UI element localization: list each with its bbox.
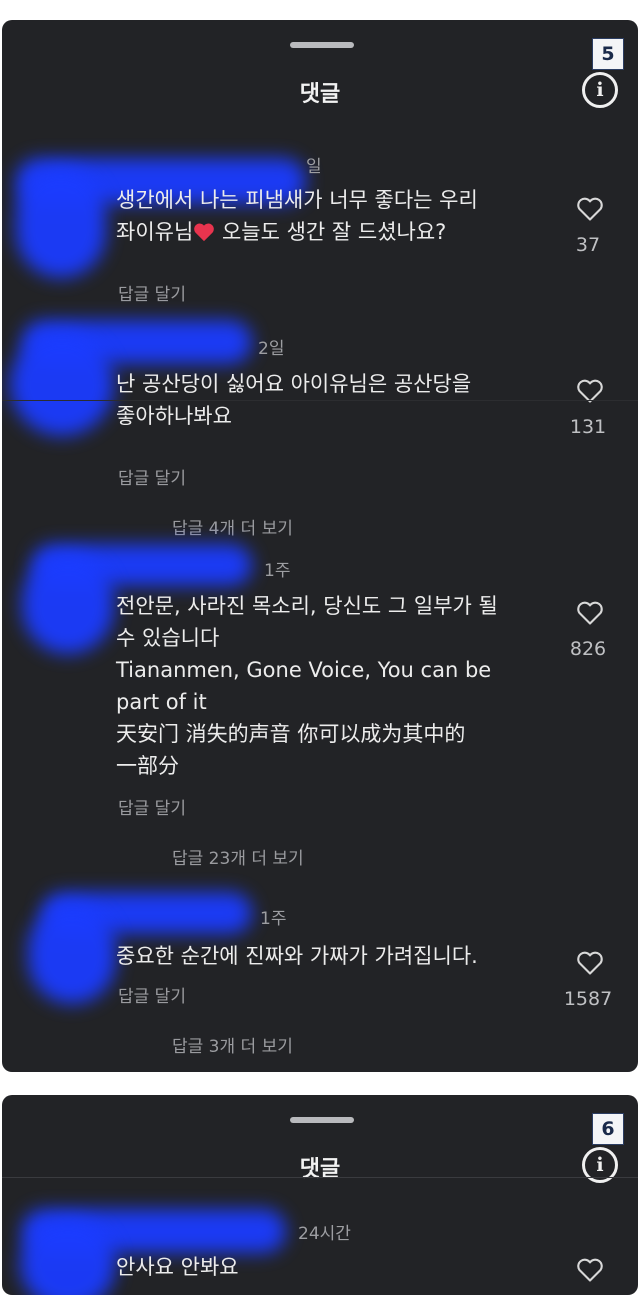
view-more-replies[interactable]: 답글 23개 더 보기 <box>172 844 304 869</box>
comment-time: 1주 <box>260 909 287 929</box>
redacted-avatar <box>16 168 106 278</box>
comment-time: 24시간 <box>298 1224 351 1244</box>
like-count: 826 <box>569 638 607 660</box>
comment-line: 중요한 순간에 진짜와 가짜가 가려집니다. <box>116 944 478 968</box>
redacted-avatar <box>10 332 114 436</box>
view-more-replies[interactable]: 답글 4개 더 보기 <box>172 514 293 539</box>
divider <box>2 400 638 401</box>
comment-line: 생간에서 나는 피냄새가 너무 좋다는 우리 <box>116 188 478 212</box>
sheet-title: 댓글 <box>299 1157 341 1182</box>
view-more-replies[interactable]: 답글 3개 더 보기 <box>172 1032 293 1057</box>
heart-icon[interactable] <box>576 950 604 976</box>
heart-icon[interactable] <box>576 196 604 222</box>
comment-line: 天安门 消失的声音 你可以成为其中的 <box>116 722 466 746</box>
heart-icon[interactable] <box>576 1257 604 1283</box>
comment-time: 1주 <box>264 561 291 581</box>
comment-text: 생간에서 나는 피냄새가 너무 좋다는 우리 좌이유님 오늘도 생간 잘 드셨나… <box>116 184 536 248</box>
drag-handle[interactable] <box>290 42 354 48</box>
comment-time: 일 <box>306 157 322 177</box>
comments-sheet-6: 댓글 6 i 24시간 안사요 안봐요 <box>2 1095 638 1295</box>
divider <box>2 1177 638 1178</box>
comment-line: 좌이유님 오늘도 생간 잘 드셨나요? <box>116 216 536 248</box>
comment-line-part: 오늘도 생간 잘 드셨나요? <box>215 220 447 244</box>
like-count: 1587 <box>563 988 613 1010</box>
comment-line: 안사요 안봐요 <box>116 1255 239 1279</box>
heart-emoji <box>194 223 215 242</box>
like-count: 131 <box>569 416 607 438</box>
reply-button[interactable]: 답글 달기 <box>118 280 186 305</box>
comments-sheet-5: 댓글 5 i 일 생간에서 나는 피냄새가 너무 좋다는 우리 좌이유님 오늘도… <box>2 20 638 1072</box>
info-icon[interactable]: i <box>582 72 618 108</box>
comment-item: 1주 전안문, 사라진 목소리, 당신도 그 일부가 될 수 있습니다 Tian… <box>2 544 638 869</box>
comment-line: Tiananmen, Gone Voice, You can be <box>116 658 492 682</box>
comment-line: 난 공산당이 싫어요 아이유님은 공산당을 <box>116 372 472 396</box>
comment-line: 좋아하나봐요 <box>116 404 232 428</box>
redacted-avatar <box>20 1219 116 1295</box>
comment-item: 2일 난 공산당이 싫어요 아이유님은 공산당을 좋아하나봐요 답글 달기 답글… <box>2 320 638 539</box>
comment-text: 전안문, 사라진 목소리, 당신도 그 일부가 될 수 있습니다 Tiananm… <box>116 590 536 782</box>
comment-text: 중요한 순간에 진짜와 가짜가 가려집니다. <box>116 940 536 972</box>
comment-line: 一部分 <box>116 754 179 778</box>
comment-line: 수 있습니다 <box>116 626 220 650</box>
redacted-avatar <box>22 554 114 654</box>
like-count: 37 <box>575 234 601 256</box>
reply-button[interactable]: 답글 달기 <box>118 464 186 489</box>
comment-text: 안사요 안봐요 <box>116 1251 536 1283</box>
comment-time: 2일 <box>258 339 285 359</box>
comment-line: 전안문, 사라진 목소리, 당신도 그 일부가 될 <box>116 594 498 618</box>
screenshot-number-badge: 6 <box>592 1113 624 1145</box>
heart-icon[interactable] <box>576 600 604 626</box>
reply-button[interactable]: 답글 달기 <box>118 794 186 819</box>
screenshot-number-badge: 5 <box>592 38 624 70</box>
comment-line-part: 좌이유님 <box>116 220 194 244</box>
comment-item: 1주 중요한 순간에 진짜와 가짜가 가려집니다. 답글 달기 답글 3개 더 … <box>2 892 638 1072</box>
comment-item: 일 생간에서 나는 피냄새가 너무 좋다는 우리 좌이유님 오늘도 생간 잘 드… <box>2 148 638 305</box>
comment-item: 24시간 안사요 안봐요 <box>2 1209 638 1295</box>
redacted-avatar <box>28 904 116 1004</box>
comment-line: part of it <box>116 690 207 714</box>
reply-button[interactable]: 답글 달기 <box>118 982 186 1007</box>
sheet-title: 댓글 <box>299 82 341 107</box>
drag-handle[interactable] <box>290 1117 354 1123</box>
